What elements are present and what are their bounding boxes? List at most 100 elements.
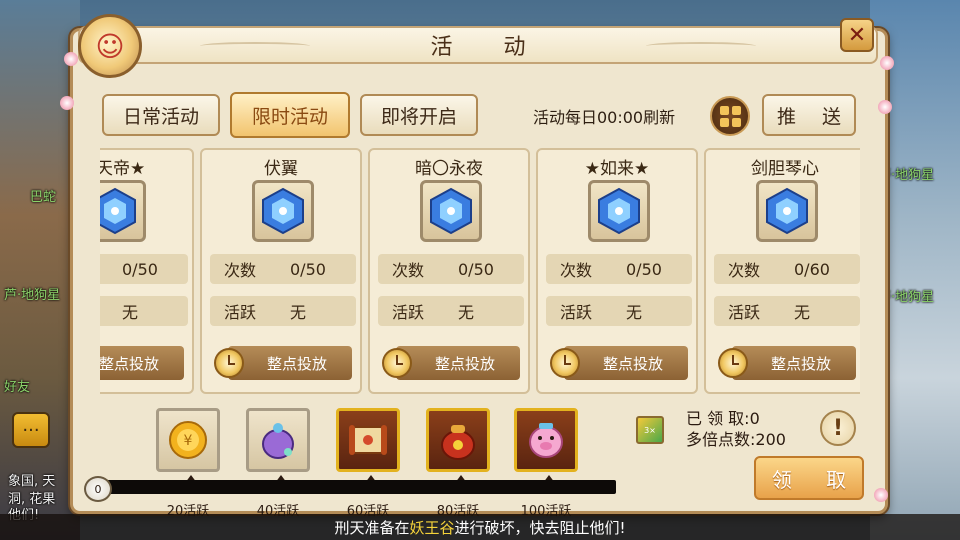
reward-20[interactable]: ¥ [156, 408, 220, 483]
active-label: 活跃 [224, 303, 257, 322]
active-value: 无 [458, 303, 475, 322]
gem-icon[interactable] [100, 180, 146, 242]
close-icon: ✕ [847, 22, 867, 48]
active-value: 无 [626, 303, 643, 322]
activity-track: ★天帝★ 次数0/50 活跃无 整点投放 伏翼 次数0/50 活跃无 整点投放 … [100, 148, 860, 394]
clock-icon [214, 348, 244, 378]
game-world-left [0, 0, 80, 540]
blossom-decoration [880, 56, 894, 70]
activity-progress-bar [98, 480, 616, 494]
active-row: 活跃无 [100, 296, 188, 326]
activity-name: 伏翼 [264, 159, 298, 179]
multiplier-icon: 3× [636, 416, 664, 444]
gem-icon[interactable] [420, 180, 482, 242]
active-row: 活跃 无 [210, 296, 356, 326]
bg-player-label-2: 芦·地狗星 [4, 288, 61, 303]
ticker-highlight: 妖王谷 [409, 518, 455, 537]
tab-upcoming[interactable]: 即将开启 [360, 94, 478, 136]
bg-map-label-1: 象国, 天 [8, 474, 56, 489]
gem-pouch-icon [262, 423, 294, 459]
clock-icon [550, 348, 580, 378]
count-value: 0/50 [122, 259, 158, 279]
count-label: 次数 [224, 261, 257, 280]
hourly-drop-button[interactable]: 整点投放 [396, 346, 520, 380]
active-value: 无 [290, 303, 307, 322]
close-button[interactable]: ✕ [840, 18, 874, 52]
multiplier-label: 多倍点数: [686, 430, 756, 449]
hourly-drop-button[interactable]: 整点投放 [228, 346, 352, 380]
gem-icon[interactable] [756, 180, 818, 242]
activity-card: 伏翼 次数 0/50 活跃 无 整点投放 [200, 148, 362, 394]
count-value: 0/50 [458, 259, 494, 279]
svg-text:¥: ¥ [184, 433, 193, 449]
announcement-ticker: 刑天准备在 妖王谷 进行破坏，快去阻止他们! [0, 514, 960, 540]
title-bar: 活 动 [78, 26, 878, 64]
active-row: 活跃无 [378, 296, 524, 326]
blossom-decoration [878, 100, 892, 114]
tab-daily[interactable]: 日常活动 [102, 94, 220, 136]
activity-name: 暗〇永夜 [415, 159, 483, 179]
count-label: 次数 [728, 261, 761, 280]
activity-name: ★如来★ [584, 159, 650, 179]
title-decoration-right [646, 42, 756, 50]
count-row: 次数0/50 [100, 254, 188, 284]
activity-name: 剑胆琴心 [751, 159, 819, 179]
push-button[interactable]: 推 送 [762, 94, 856, 136]
gold-coin-icon: ¥ [169, 421, 207, 459]
blossom-decoration [874, 488, 888, 502]
reward-40[interactable] [246, 408, 310, 483]
count-row: 次数 0/50 [210, 254, 356, 284]
clock-icon [382, 348, 412, 378]
info-button[interactable]: ! [820, 410, 856, 446]
ticker-prefix: 刑天准备在 [334, 518, 410, 537]
gem-icon[interactable] [588, 180, 650, 242]
scroll-icon [349, 425, 387, 455]
tab-daily-label: 日常活动 [122, 105, 199, 128]
chat-icon[interactable]: ··· [12, 412, 50, 448]
title-decoration-left [200, 42, 310, 50]
claimed-label: 已 领 取: [686, 409, 750, 428]
grid-menu-button[interactable] [710, 96, 750, 136]
hourly-drop-button[interactable]: 整点投放 [732, 346, 856, 380]
active-label: 活跃 [560, 303, 593, 322]
activity-list[interactable]: ★天帝★ 次数0/50 活跃无 整点投放 伏翼 次数0/50 活跃无 整点投放 … [100, 148, 860, 394]
blossom-decoration [60, 96, 74, 110]
reward-80[interactable] [426, 408, 490, 483]
pig-egg-icon [529, 423, 563, 458]
treasure-bag-icon [441, 425, 475, 460]
active-value: 无 [122, 303, 139, 322]
tab-upcoming-label: 即将开启 [380, 105, 457, 128]
claimed-value: 0 [749, 409, 760, 428]
tab-limited-label: 限时活动 [251, 105, 328, 128]
avatar: ☺ [78, 14, 142, 78]
count-row: 次数 0/60 [714, 254, 860, 284]
hourly-drop-button[interactable]: 整点投放 [100, 346, 184, 380]
count-row: 次数 0/50 [546, 254, 692, 284]
count-value: 0/60 [794, 259, 830, 279]
count-value: 0/50 [626, 259, 662, 279]
active-row: 活跃无 [714, 296, 860, 326]
bg-player-label-3: 好友 [4, 380, 31, 395]
count-label: 次数 [560, 261, 593, 280]
active-value: 无 [794, 303, 811, 322]
activity-card: ★天帝★ 次数0/50 活跃无 整点投放 [100, 148, 194, 394]
tab-limited[interactable]: 限时活动 [230, 92, 350, 138]
page-title: 活 动 [430, 35, 548, 60]
refresh-notice: 活动每日00:00刷新 [533, 108, 676, 127]
gem-icon[interactable] [252, 180, 314, 242]
reward-100[interactable] [514, 408, 578, 483]
activity-card: ★如来★ 次数 0/50 活跃 无 整点投放 [536, 148, 698, 394]
multiplier-value: 200 [755, 430, 786, 449]
progress-knob: 0 [84, 476, 112, 502]
clock-icon [718, 348, 748, 378]
count-value: 0/50 [290, 259, 326, 279]
count-label: 次数 [392, 261, 425, 280]
claim-button[interactable]: 领 取 [754, 456, 864, 500]
activity-card: 暗〇永夜 次数 0/50 活跃 无 整点投放 [368, 148, 530, 394]
activity-card: 剑胆琴心 次数 0/60 活跃 无 整点投放 [704, 148, 860, 394]
count-row: 次数 0/50 [378, 254, 524, 284]
activity-name: ★天帝★ [100, 159, 146, 179]
exclamation-icon: ! [832, 415, 844, 441]
hourly-drop-button[interactable]: 整点投放 [564, 346, 688, 380]
reward-60[interactable] [336, 408, 400, 483]
